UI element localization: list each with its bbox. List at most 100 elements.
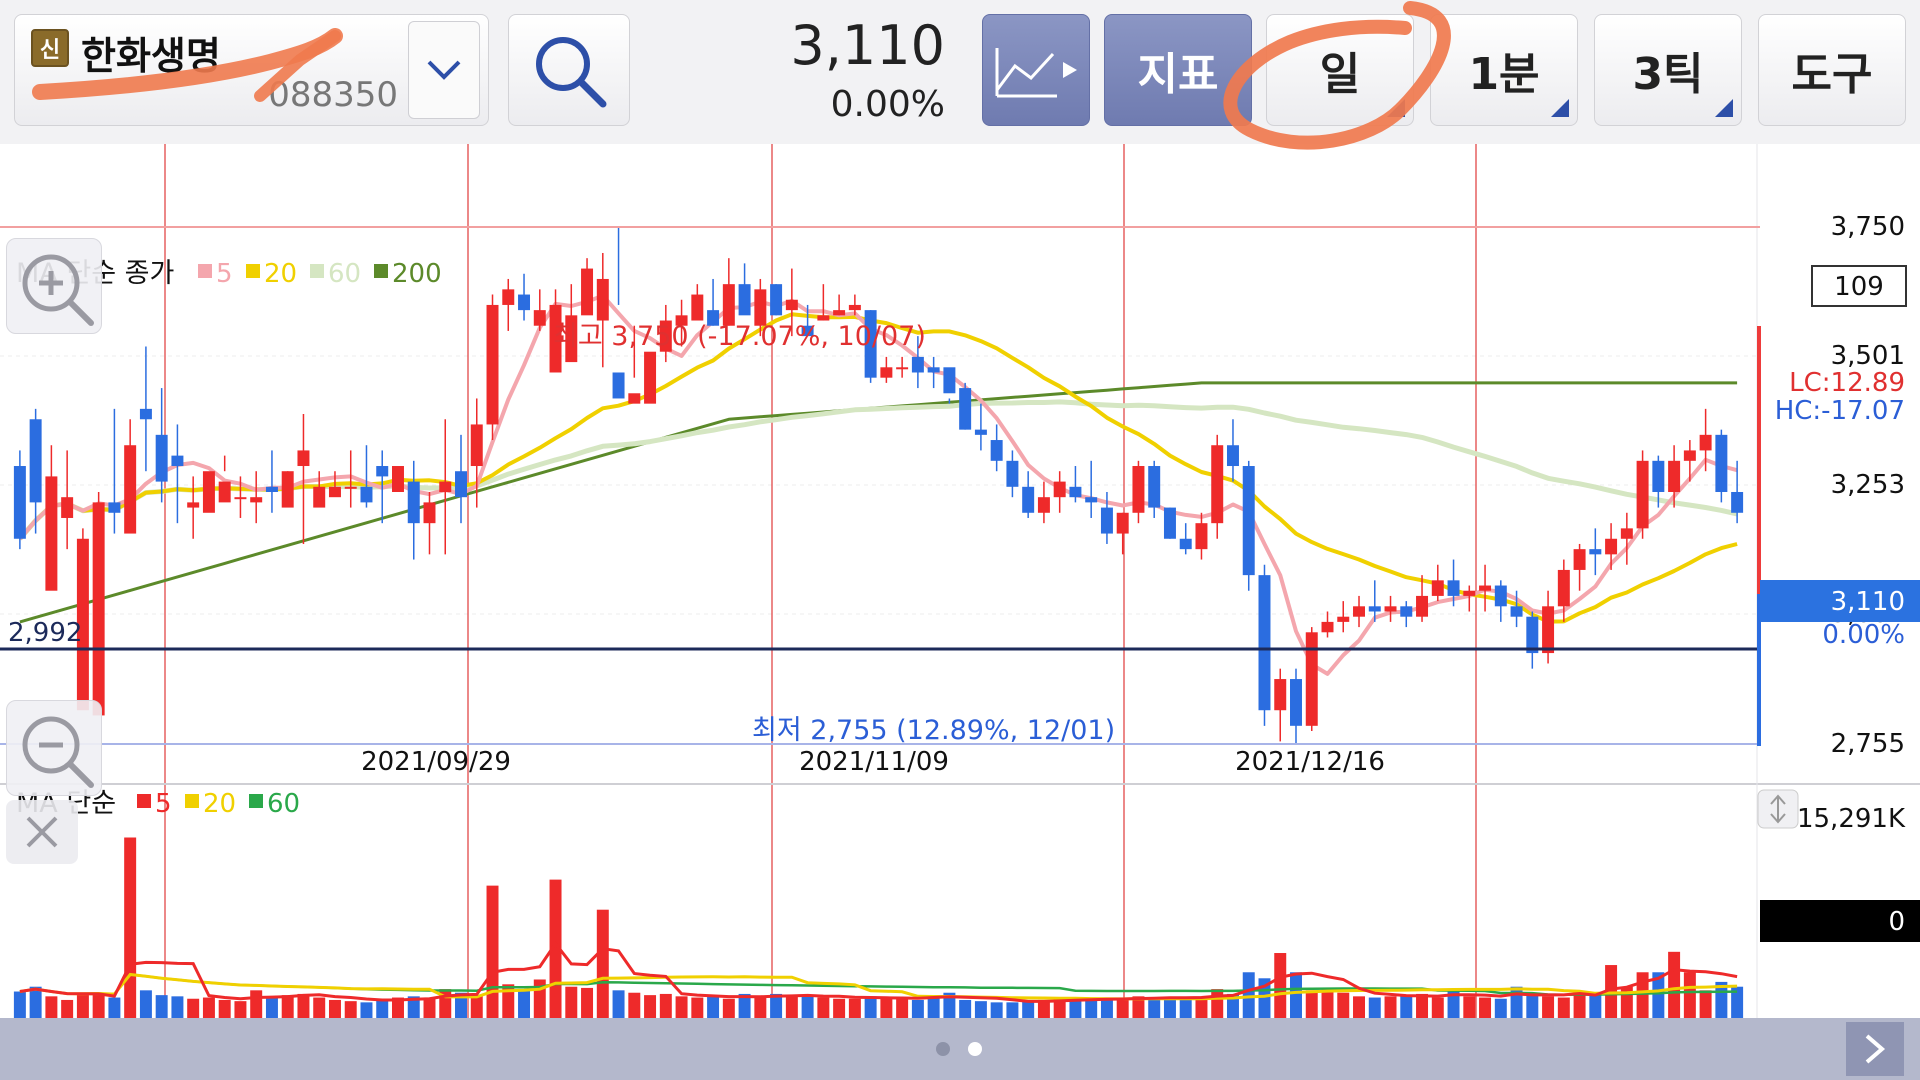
volume-ma5-line — [19, 941, 1738, 1003]
candle-body — [1479, 585, 1492, 591]
candle-body — [1305, 632, 1318, 726]
volume-bar — [250, 990, 263, 1018]
next-page-button[interactable] — [1846, 1022, 1904, 1076]
page-dot-2[interactable] — [968, 1042, 982, 1056]
legend-swatch — [249, 794, 263, 808]
x-date-label: 2021/09/29 — [361, 747, 511, 777]
volume-bar — [565, 986, 578, 1018]
bottom-bar — [0, 1018, 1920, 1080]
zoom-out-icon — [22, 716, 94, 788]
candle-body — [29, 419, 42, 503]
volume-current-value: 0 — [1888, 907, 1905, 937]
period-minute-button[interactable]: 1분 — [1430, 14, 1578, 126]
candle-body — [1148, 466, 1161, 508]
volume-ma-lines — [19, 941, 1738, 1003]
date-separator-lines — [164, 144, 1477, 1018]
candle-body — [423, 502, 436, 524]
volume-bar — [848, 998, 861, 1018]
volume-bar — [1636, 972, 1649, 1018]
candle-body — [1226, 445, 1239, 467]
candle-body — [1589, 549, 1602, 555]
corner-triangle-icon — [1387, 99, 1405, 117]
volume-bar — [92, 992, 105, 1018]
ma5-line — [18, 293, 1738, 676]
stock-name: 한화생명 — [81, 34, 221, 78]
candle-body — [1652, 460, 1665, 492]
reference-line-label: 2,992 — [8, 618, 82, 648]
stock-dropdown-button[interactable] — [408, 21, 480, 119]
period-tick-label: 3틱 — [1632, 49, 1704, 100]
candle-body — [927, 367, 940, 373]
candle-body — [486, 304, 499, 425]
candle-body — [1085, 497, 1098, 503]
grid-lines — [0, 226, 1757, 745]
page-dot-1[interactable] — [936, 1042, 950, 1056]
candle-body — [470, 424, 483, 467]
candle-body — [61, 497, 74, 518]
candle-body — [1668, 460, 1681, 492]
close-indicator-button[interactable] — [6, 800, 78, 864]
volume-bar — [1148, 997, 1161, 1018]
candle-body — [974, 429, 987, 435]
volume-bar — [1542, 996, 1555, 1018]
candle-body — [959, 388, 972, 430]
volume-bar — [360, 1002, 373, 1018]
legend-label: 60 — [328, 259, 361, 289]
credit-badge: 신 — [31, 29, 69, 67]
candle-body — [612, 372, 625, 399]
corner-triangle-icon — [1715, 99, 1733, 117]
candle-body — [407, 481, 420, 524]
period-day-button[interactable]: 일 — [1266, 14, 1414, 126]
candle-body — [896, 367, 909, 370]
candle-body — [1683, 450, 1696, 461]
volume-bar — [61, 999, 74, 1018]
volume-bar — [612, 990, 625, 1018]
volume-bar — [864, 996, 877, 1018]
indicator-button[interactable]: 지표 — [1104, 14, 1252, 126]
candle-body — [502, 289, 515, 305]
candle-body — [1321, 621, 1334, 633]
candle-body — [880, 367, 893, 378]
candle-body — [833, 310, 846, 316]
candle-body — [1132, 466, 1145, 513]
volume-bar — [313, 997, 326, 1018]
candle-body — [1022, 486, 1035, 513]
volume-bar — [29, 986, 42, 1018]
candle-body — [628, 393, 641, 404]
stock-selector[interactable]: 신 한화생명 088350 — [14, 14, 489, 126]
volume-bar — [139, 990, 152, 1018]
period-tick-button[interactable]: 3틱 — [1594, 14, 1742, 126]
candle-body — [297, 450, 310, 467]
corner-triangle-icon — [1551, 99, 1569, 117]
volume-bar — [1589, 995, 1602, 1018]
volume-bar — [518, 989, 531, 1018]
chart-area[interactable]: MA 단순 종가 52060200 109 최고 3,750 (-17.07%,… — [0, 144, 1920, 1018]
legend-label: 60 — [267, 789, 300, 819]
volume-bar — [376, 998, 389, 1018]
candle-body — [1620, 528, 1633, 539]
candle-body — [1274, 679, 1287, 711]
candle-body — [1731, 491, 1744, 513]
legend-swatch — [185, 794, 199, 808]
candle-body — [250, 497, 263, 503]
candle-body — [990, 440, 1003, 461]
candle-body — [1447, 580, 1460, 596]
search-button[interactable] — [508, 14, 630, 126]
volume-bar — [1668, 951, 1681, 1018]
zoom-out-button[interactable] — [6, 700, 102, 796]
candle-body — [1510, 606, 1523, 617]
volume-bar — [911, 999, 924, 1018]
candle-body — [691, 294, 704, 321]
ma-lines — [18, 293, 1738, 676]
volume-bar — [1526, 995, 1539, 1018]
zoom-in-button[interactable] — [6, 238, 102, 334]
volume-bar — [691, 997, 704, 1018]
lc-label: LC:12.89 — [1789, 368, 1905, 398]
current-price-tag-change: 0.00% — [1822, 620, 1905, 650]
chart-type-button[interactable] — [982, 14, 1090, 126]
volume-bar — [1006, 1002, 1019, 1018]
tools-button[interactable]: 도구 — [1758, 14, 1906, 126]
count-box-value: 109 — [1834, 272, 1884, 302]
resize-handle-icon[interactable] — [1757, 789, 1799, 829]
candle-body — [328, 486, 341, 498]
